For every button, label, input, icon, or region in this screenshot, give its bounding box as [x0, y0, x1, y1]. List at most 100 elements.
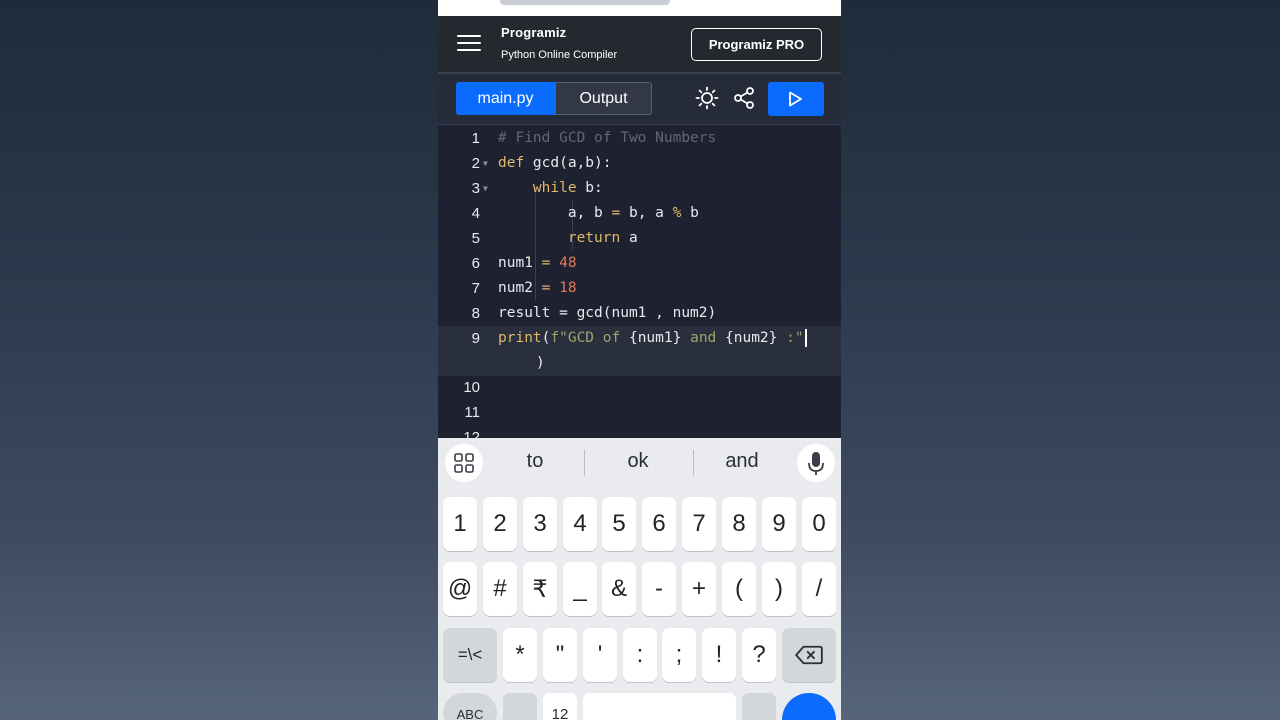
code-line-active: 9 print(f"GCD of {num1} and {num2} :" ) — [438, 326, 841, 376]
browser-top-strip — [438, 0, 841, 16]
code-line: 8 result = gcd(num1 , num2) — [438, 301, 841, 326]
tab-output[interactable]: Output — [555, 82, 652, 115]
key[interactable]: ' — [583, 628, 617, 682]
key[interactable]: 7 — [682, 497, 716, 551]
apps-grid-icon[interactable] — [445, 444, 483, 482]
programiz-pro-button[interactable]: Programiz PRO — [691, 28, 822, 61]
fold-arrow-icon[interactable]: ▼ — [483, 151, 488, 176]
code-text: {num2} — [725, 330, 778, 346]
key[interactable]: @ — [443, 562, 477, 616]
key[interactable]: 0 — [802, 497, 836, 551]
app-header: Programiz Python Online Compiler Program… — [438, 16, 841, 72]
number-literal: 48 — [550, 255, 577, 271]
key[interactable]: ? — [742, 628, 776, 682]
code-line: 1 # Find GCD of Two Numbers — [438, 126, 841, 151]
code-text: b — [681, 205, 699, 221]
key[interactable]: / — [802, 562, 836, 616]
key[interactable]: # — [483, 562, 517, 616]
key[interactable]: 9 — [762, 497, 796, 551]
run-button[interactable] — [768, 82, 824, 116]
suggestion-word[interactable]: ok — [598, 450, 678, 473]
key[interactable]: - — [642, 562, 676, 616]
backspace-icon — [795, 645, 823, 665]
code-line: 6 num1 = 48 — [438, 251, 841, 276]
string-literal: and — [681, 330, 726, 346]
sun-icon[interactable] — [695, 86, 719, 110]
url-pill — [500, 0, 670, 5]
line-number: 3 — [471, 180, 480, 197]
key[interactable]: 3 — [523, 497, 557, 551]
key[interactable]: ) — [762, 562, 796, 616]
line-number: 2 — [471, 155, 480, 172]
enter-key[interactable] — [782, 693, 836, 720]
key[interactable]: 2 — [483, 497, 517, 551]
hamburger-menu-icon[interactable] — [457, 33, 481, 53]
key[interactable]: * — [503, 628, 537, 682]
page-subtitle: Python Online Compiler — [501, 49, 618, 61]
code-line: 2 ▼ def gcd(a,b): — [438, 151, 841, 176]
backspace-key[interactable] — [782, 628, 836, 682]
code-text: result = gcd(num1 , num2) — [498, 305, 717, 321]
key[interactable]: 4 — [563, 497, 597, 551]
number-literal: 18 — [550, 280, 577, 296]
line-number: 8 — [471, 305, 480, 322]
code-line: 5 return a — [438, 226, 841, 251]
key[interactable]: ! — [702, 628, 736, 682]
code-text: gcd(a,b): — [524, 155, 612, 171]
suggestion-bar: to ok and — [438, 438, 841, 488]
numpad-key[interactable]: 12 — [543, 693, 577, 720]
keyword: def — [498, 155, 525, 171]
key[interactable]: 5 — [602, 497, 636, 551]
keyword: return — [567, 230, 621, 246]
suggestion-divider — [584, 450, 585, 476]
key[interactable]: ₹ — [523, 562, 557, 616]
suggestion-word[interactable]: to — [495, 450, 575, 473]
suggestion-word[interactable]: and — [702, 450, 782, 473]
code-editor[interactable]: 1 # Find GCD of Two Numbers 2 ▼ def gcd(… — [438, 124, 841, 439]
code-text: num2 — [498, 280, 542, 296]
code-text: a — [620, 230, 638, 246]
string-literal: f"GCD of — [550, 330, 629, 346]
line-number: 5 — [471, 230, 480, 247]
key[interactable]: " — [543, 628, 577, 682]
key[interactable]: ; — [662, 628, 696, 682]
code-line: 12 — [438, 425, 841, 439]
code-line: 3 ▼ while b: — [438, 176, 841, 201]
key[interactable]: + — [682, 562, 716, 616]
key[interactable]: _ — [563, 562, 597, 616]
abc-key[interactable]: ABC — [443, 693, 497, 720]
key[interactable]: ( — [722, 562, 756, 616]
microphone-icon[interactable] — [797, 444, 835, 482]
function-name: print — [498, 330, 542, 346]
key[interactable]: : — [623, 628, 657, 682]
tab-main-py[interactable]: main.py — [456, 82, 555, 115]
space-key[interactable] — [583, 693, 736, 720]
text-cursor — [804, 329, 807, 347]
code-text: {num1} — [628, 330, 682, 346]
play-icon — [789, 91, 802, 107]
key[interactable]: & — [602, 562, 636, 616]
key[interactable]: 8 — [722, 497, 756, 551]
code-text: b: — [576, 180, 603, 196]
fold-arrow-icon[interactable]: ▼ — [483, 176, 488, 201]
key[interactable]: 6 — [642, 497, 676, 551]
suggestion-divider — [693, 450, 694, 476]
share-icon[interactable] — [732, 86, 756, 110]
line-number: 1 — [471, 130, 480, 147]
key[interactable]: 1 — [443, 497, 477, 551]
line-number: 7 — [471, 280, 480, 297]
line-number: 9 — [471, 330, 480, 347]
code-line: 11 — [438, 400, 841, 425]
operator: = — [611, 205, 621, 221]
programiz-logo[interactable]: Programiz — [501, 25, 566, 40]
code-line: 10 — [438, 375, 841, 400]
comma-key[interactable] — [503, 693, 537, 720]
code-text: # Find GCD of Two Numbers — [498, 130, 717, 146]
phone-screen: Programiz Python Online Compiler Program… — [438, 0, 841, 720]
on-screen-keyboard: to ok and 1 2 3 4 5 6 7 8 9 0 @ # ₹ _ & … — [438, 438, 841, 720]
symbols-toggle-key[interactable]: =\< — [443, 628, 497, 682]
code-line: 4 a, b = b, a % b — [438, 201, 841, 226]
period-key[interactable] — [742, 693, 776, 720]
code-text: num1 — [498, 255, 542, 271]
editor-toolbar: main.py Output — [438, 74, 841, 124]
